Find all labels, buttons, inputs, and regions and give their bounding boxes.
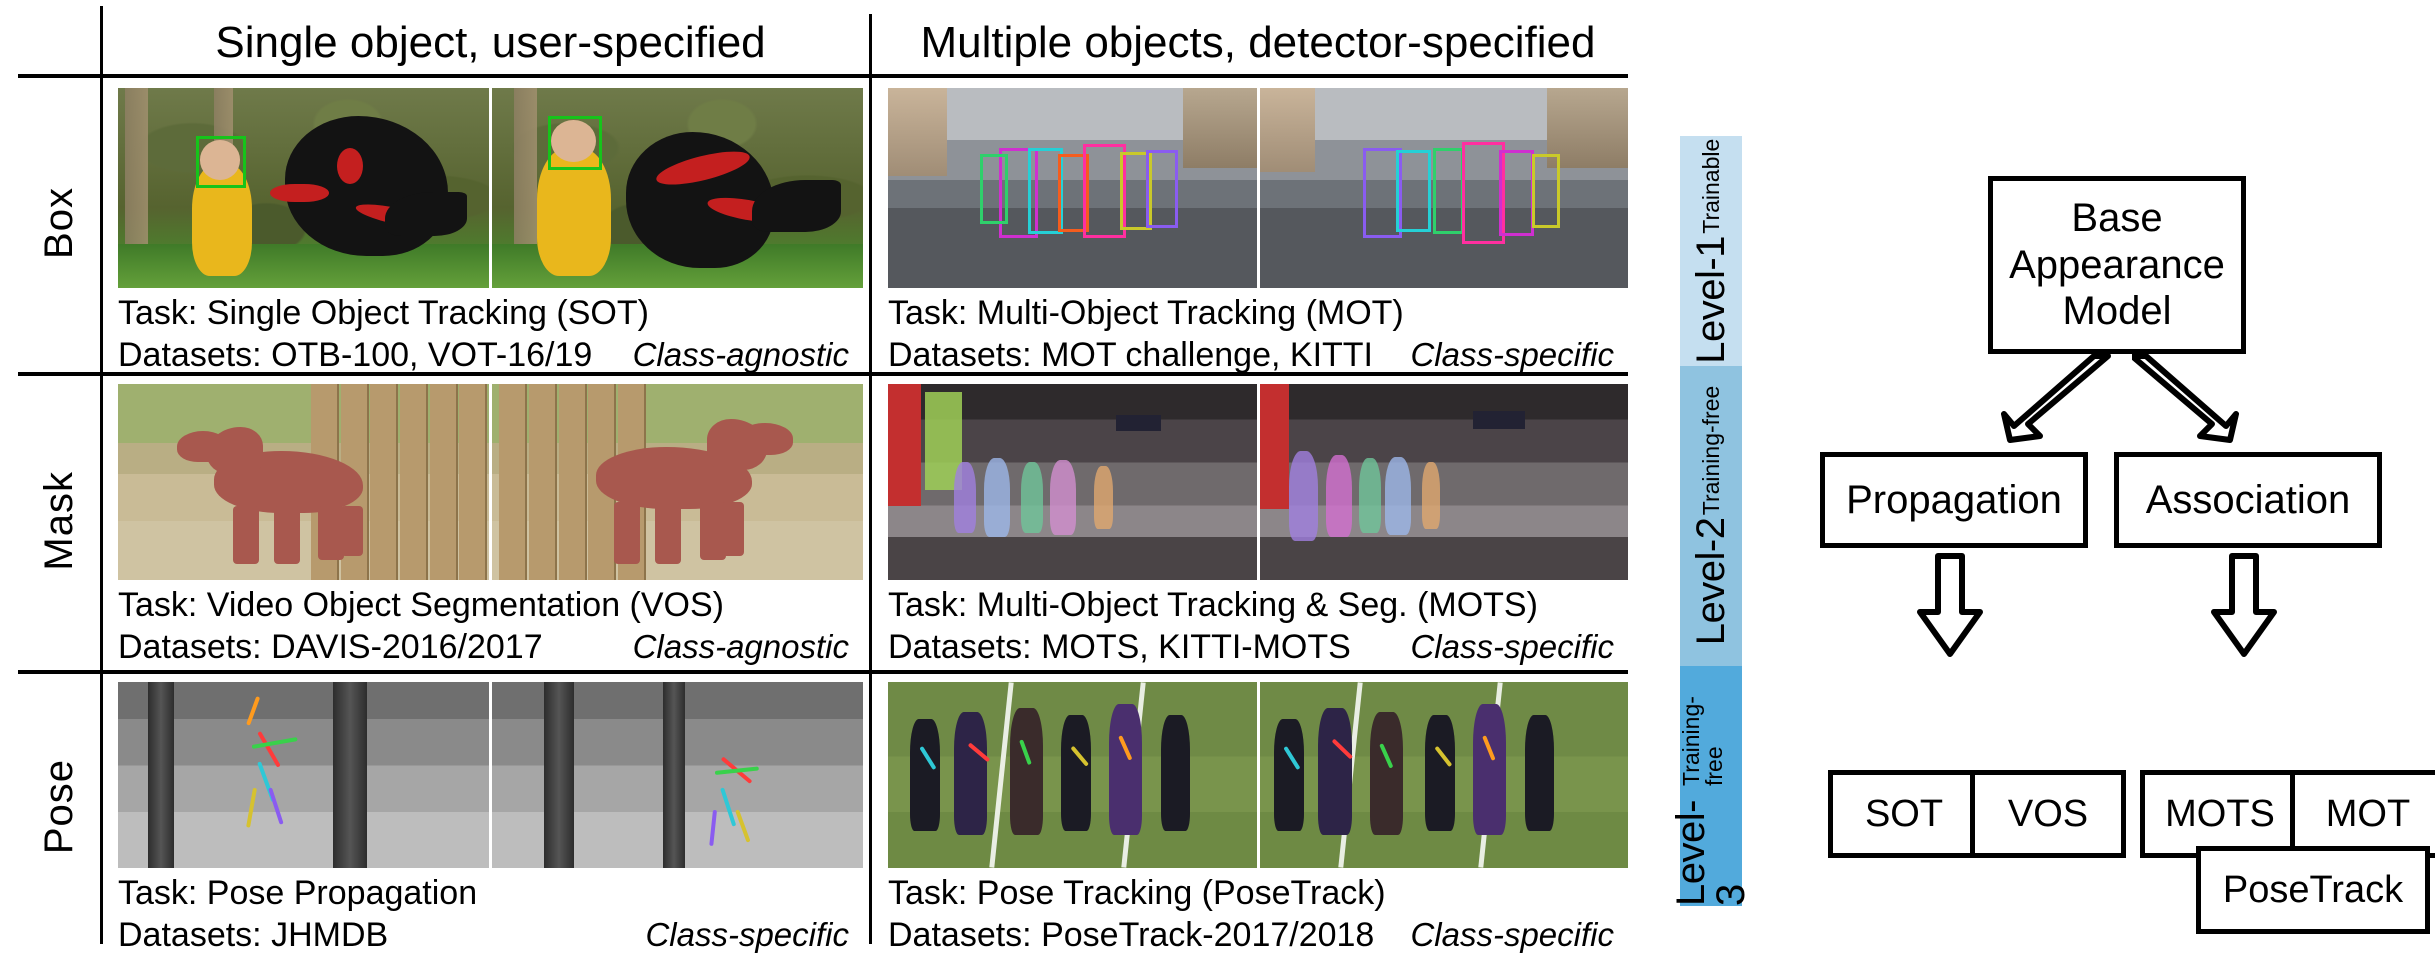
framework-diagram: Level-1 Trainable Level-2 Training-free … bbox=[1669, 0, 2435, 951]
caption-box-single-object: Task: Single Object Tracking (SOT) Datas… bbox=[118, 292, 863, 376]
caption-mask-single-object: Task: Video Object Segmentation (VOS) Da… bbox=[118, 584, 863, 668]
arrow-base-to-association-icon bbox=[2132, 353, 2239, 443]
cell-class-tag: Class-specific bbox=[1410, 628, 1614, 665]
propagation-box: Propagation bbox=[1820, 452, 2088, 548]
figure-page: Single object, user-specified Multiple o… bbox=[0, 0, 2435, 954]
cell-pose-multiple-objects-frames bbox=[888, 682, 1628, 868]
base-box-line-3: Model bbox=[2062, 289, 2172, 334]
taxonomy-table: Single object, user-specified Multiple o… bbox=[18, 6, 1628, 954]
caption-pose-single-object: Task: Pose Propagation Datasets: JHMDB C… bbox=[118, 872, 863, 956]
propagation-label: Propagation bbox=[1846, 477, 2062, 522]
cell-class-tag: Class-agnostic bbox=[632, 336, 849, 373]
posetrack-box: PoseTrack bbox=[2196, 846, 2430, 934]
video-frame-1 bbox=[888, 384, 1257, 580]
video-frame-1 bbox=[888, 88, 1257, 288]
cell-pose-single-object: Task: Pose Propagation Datasets: JHMDB C… bbox=[118, 682, 863, 956]
association-box: Association bbox=[2114, 452, 2382, 548]
cell-datasets-text: Datasets: MOTS, KITTI-MOTS bbox=[888, 628, 1351, 666]
cell-task-text: Task: Single Object Tracking (SOT) bbox=[118, 294, 649, 332]
level-2-subtitle: Training-free bbox=[1698, 386, 1724, 516]
column-header-single-object: Single object, user-specified bbox=[215, 18, 766, 67]
level-1-title: Level-1 bbox=[1689, 235, 1733, 364]
cell-datasets-text: Datasets: PoseTrack-2017/2018 bbox=[888, 916, 1375, 954]
table-vrule-left bbox=[100, 6, 103, 944]
cell-task-text: Task: Multi-Object Tracking (MOT) bbox=[888, 294, 1404, 332]
cell-box-multiple-objects: Task: Multi-Object Tracking (MOT) Datase… bbox=[888, 88, 1628, 376]
video-frame-1 bbox=[118, 682, 489, 868]
level-3-subtitle: Training-free bbox=[1678, 695, 1727, 786]
cell-pose-single-object-frames bbox=[118, 682, 863, 868]
cell-datasets-text: Datasets: JHMDB bbox=[118, 916, 389, 954]
base-appearance-model-box: Base Appearance Model bbox=[1988, 176, 2246, 354]
base-box-line-1: Base bbox=[2071, 196, 2163, 241]
mots-box: MOTS bbox=[2140, 770, 2300, 858]
cell-class-tag: Class-specific bbox=[1410, 916, 1614, 953]
video-frame-1 bbox=[888, 682, 1257, 868]
cell-task-text: Task: Pose Tracking (PoseTrack) bbox=[888, 874, 1386, 912]
cell-datasets-text: Datasets: DAVIS-2016/2017 bbox=[118, 628, 543, 666]
sot-label: SOT bbox=[1864, 792, 1944, 835]
mot-box: MOT bbox=[2290, 770, 2435, 858]
cell-box-single-object-frames bbox=[118, 88, 863, 288]
cell-mask-multiple-objects: Task: Multi-Object Tracking & Seg. (MOTS… bbox=[888, 384, 1628, 668]
cell-class-tag: Class-specific bbox=[1410, 336, 1614, 373]
arrow-propagation-down-icon bbox=[1917, 553, 1983, 657]
level-1-subtitle: Trainable bbox=[1698, 138, 1724, 234]
level-bar-2: Level-2 Training-free bbox=[1680, 366, 1742, 666]
vos-label: VOS bbox=[2007, 792, 2089, 835]
table-vrule-mid bbox=[869, 14, 872, 944]
posetrack-label: PoseTrack bbox=[2222, 868, 2404, 911]
row-label-pose: Pose bbox=[18, 670, 100, 944]
cell-datasets-text: Datasets: OTB-100, VOT-16/19 bbox=[118, 336, 593, 374]
row-label-box: Box bbox=[18, 74, 100, 372]
video-frame-1 bbox=[118, 384, 489, 580]
bbox-annotation bbox=[195, 136, 247, 188]
bbox-annotation bbox=[547, 116, 602, 170]
row-label-mask-text: Mask bbox=[37, 471, 81, 571]
cell-class-tag: Class-specific bbox=[645, 916, 849, 953]
cell-mask-single-object-frames bbox=[118, 384, 863, 580]
cell-pose-multiple-objects: Task: Pose Tracking (PoseTrack) Datasets… bbox=[888, 682, 1628, 956]
cell-box-single-object: Task: Single Object Tracking (SOT) Datas… bbox=[118, 88, 863, 376]
cell-mask-single-object: Task: Video Object Segmentation (VOS) Da… bbox=[118, 384, 863, 668]
level-bar-1: Level-1 Trainable bbox=[1680, 136, 1742, 366]
cell-task-text: Task: Multi-Object Tracking & Seg. (MOTS… bbox=[888, 586, 1538, 624]
vos-box: VOS bbox=[1970, 770, 2126, 858]
table-hrule-header bbox=[18, 74, 1628, 78]
cell-task-text: Task: Pose Propagation bbox=[118, 874, 478, 912]
association-label: Association bbox=[2145, 477, 2351, 522]
video-frame-1 bbox=[118, 88, 489, 288]
row-label-box-text: Box bbox=[37, 187, 81, 259]
cell-class-tag: Class-agnostic bbox=[632, 628, 849, 665]
cell-task-text: Task: Video Object Segmentation (VOS) bbox=[118, 586, 725, 624]
level-bar-3: Level-3 Training-free bbox=[1669, 666, 1753, 906]
video-frame-2 bbox=[1259, 682, 1628, 868]
caption-mask-multiple-objects: Task: Multi-Object Tracking & Seg. (MOTS… bbox=[888, 584, 1628, 668]
video-frame-2 bbox=[1259, 88, 1628, 288]
row-label-pose-text: Pose bbox=[37, 759, 81, 855]
level-2-title: Level-2 bbox=[1689, 517, 1733, 646]
column-header-multiple-objects: Multiple objects, detector-specified bbox=[920, 18, 1596, 67]
table-hrule-row2 bbox=[18, 670, 1628, 674]
cell-datasets-text: Datasets: MOT challenge, KITTI bbox=[888, 336, 1373, 374]
mots-label: MOTS bbox=[2165, 792, 2275, 835]
cell-mask-multiple-objects-frames bbox=[888, 384, 1628, 580]
video-frame-2 bbox=[492, 384, 863, 580]
video-frame-2 bbox=[492, 682, 863, 868]
arrow-association-down-icon bbox=[2211, 553, 2277, 657]
caption-box-multiple-objects: Task: Multi-Object Tracking (MOT) Datase… bbox=[888, 292, 1628, 376]
arrow-base-to-propagation-icon bbox=[2001, 353, 2111, 443]
level-3-title: Level-3 bbox=[1669, 800, 1753, 906]
sot-box: SOT bbox=[1828, 770, 1980, 858]
video-frame-2 bbox=[1259, 384, 1628, 580]
row-label-mask: Mask bbox=[18, 372, 100, 670]
mot-label: MOT bbox=[2325, 792, 2411, 835]
base-box-line-2: Appearance bbox=[2009, 242, 2225, 287]
caption-pose-multiple-objects: Task: Pose Tracking (PoseTrack) Datasets… bbox=[888, 872, 1628, 956]
cell-box-multiple-objects-frames bbox=[888, 88, 1628, 288]
video-frame-2 bbox=[492, 88, 863, 288]
